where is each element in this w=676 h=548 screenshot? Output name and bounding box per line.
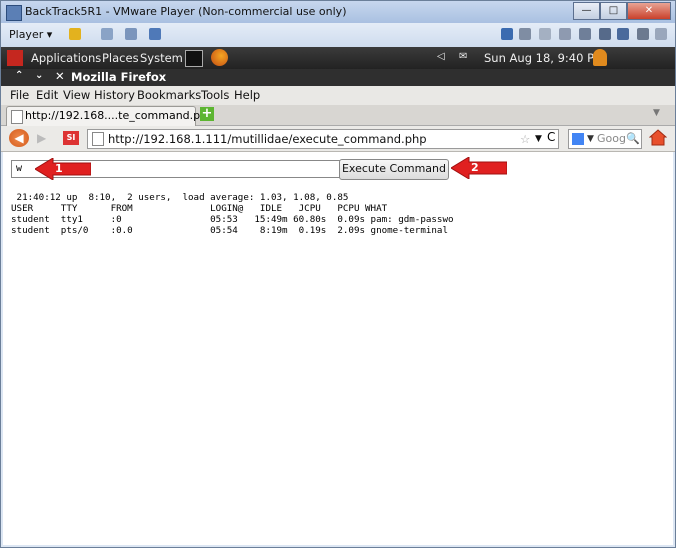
mail-icon[interactable]: ✉ <box>459 51 467 62</box>
cd-drive-icon[interactable] <box>539 28 551 40</box>
minimize-button[interactable]: — <box>573 2 600 20</box>
maximize-button[interactable]: □ <box>600 2 627 20</box>
url-text[interactable]: http://192.168.1.111/mutillidae/execute_… <box>108 130 427 148</box>
new-tab-icon[interactable]: + <box>200 107 214 121</box>
search-engine-dropdown-icon[interactable]: ▼ <box>587 130 594 148</box>
send-keys-icon[interactable] <box>101 28 113 40</box>
network-adapter-icon[interactable] <box>579 28 591 40</box>
callout-label-1: 1 <box>55 162 63 175</box>
search-magnifier-icon[interactable]: 🔍 <box>626 130 640 148</box>
pause-icon[interactable] <box>69 28 81 40</box>
tab-list-icon[interactable]: ▼ <box>653 108 660 118</box>
back-icon[interactable]: ◀ <box>9 129 29 147</box>
menu-bookmarks[interactable]: Bookmarks <box>137 88 201 102</box>
search-box[interactable]: ▼ Goog 🔍 <box>568 129 642 149</box>
firefox-menubar: File Edit View History Bookmarks Tools H… <box>1 86 675 106</box>
unity-icon[interactable] <box>149 28 161 40</box>
sound-icon[interactable] <box>637 28 649 40</box>
firefox-title-bar: ⌃ ⌄ ✕ Mozilla Firefox <box>1 69 675 86</box>
vmware-window: BackTrack5R1 - VMware Player (Non-commer… <box>0 0 676 548</box>
execute-command-button[interactable]: Execute Command <box>339 159 449 180</box>
output-line: student pts/0 :0.0 05:54 8:19m 0.19s 2.0… <box>11 225 448 236</box>
window-close-icon[interactable]: ✕ <box>55 69 65 83</box>
page-content: w Execute Command 21:40:12 up 8:10, 2 us… <box>3 152 673 545</box>
places-menu[interactable]: Places <box>102 51 139 65</box>
search-placeholder[interactable]: Goog <box>597 130 626 148</box>
gnome-top-panel: Applications Places System ◁ ✉ Sun Aug 1… <box>1 47 675 69</box>
terminal-launcher-icon[interactable] <box>185 50 203 67</box>
url-history-dropdown-icon[interactable]: ▼ <box>535 130 542 148</box>
home-icon[interactable] <box>648 129 668 146</box>
reload-icon[interactable]: C <box>547 130 555 144</box>
close-button[interactable]: ✕ <box>627 2 671 20</box>
firefox-launcher-icon[interactable] <box>211 49 228 66</box>
callout-arrow-1: 1 <box>34 157 92 181</box>
vmware-toolbar: Player ▾ <box>1 23 675 48</box>
vmware-app-icon <box>6 5 22 21</box>
bookmark-star-icon[interactable]: ☆ <box>520 130 530 148</box>
hard-disk-icon[interactable] <box>519 28 531 40</box>
usb-icon[interactable] <box>617 28 629 40</box>
tab-execute-command[interactable]: http://192.168....te_command.php <box>6 106 214 126</box>
output-line: 21:40:12 up 8:10, 2 users, load average:… <box>11 192 349 203</box>
firefox-window-title: Mozilla Firefox <box>71 70 167 84</box>
clock[interactable]: Sun Aug 18, 9:40 PM <box>484 51 604 65</box>
devices-more-icon[interactable] <box>501 28 513 40</box>
page-icon <box>11 110 23 124</box>
message-icon[interactable] <box>655 28 667 40</box>
output-line: student tty1 :0 05:53 15:49m 60.80s 0.09… <box>11 214 454 225</box>
menu-view[interactable]: View <box>63 88 90 102</box>
search-engine-icon[interactable] <box>572 133 584 145</box>
menu-help[interactable]: Help <box>234 88 260 102</box>
applications-menu[interactable]: Applications <box>31 51 101 65</box>
window-title: BackTrack5R1 - VMware Player (Non-commer… <box>25 5 347 18</box>
menu-history[interactable]: History <box>94 88 135 102</box>
command-output: 21:40:12 up 8:10, 2 users, load average:… <box>11 192 454 236</box>
vmware-title-bar: BackTrack5R1 - VMware Player (Non-commer… <box>1 1 675 23</box>
url-bar[interactable]: http://192.168.1.111/mutillidae/execute_… <box>87 129 559 149</box>
floppy-icon[interactable] <box>559 28 571 40</box>
player-menu-button[interactable]: Player ▾ <box>9 28 52 41</box>
user-icon[interactable] <box>593 49 607 66</box>
window-minimize-icon[interactable]: ⌄ <box>35 70 43 81</box>
navigation-bar: ◀ ▶ SI http://192.168.1.111/mutillidae/e… <box>1 126 675 152</box>
tab-strip: http://192.168....te_command.php + ▼ <box>1 105 675 126</box>
security-addon-icon[interactable]: SI <box>63 131 79 145</box>
printer-icon[interactable] <box>599 28 611 40</box>
callout-arrow-2: 2 <box>450 156 508 180</box>
menu-tools[interactable]: Tools <box>201 88 229 102</box>
window-menu-icon[interactable]: ⌃ <box>15 70 23 81</box>
page-identity-icon[interactable] <box>92 132 104 146</box>
fullscreen-icon[interactable] <box>125 28 137 40</box>
output-line: USER TTY FROM LOGIN@ IDLE JCPU PCPU WHAT <box>11 203 388 214</box>
volume-icon[interactable]: ◁ <box>437 51 445 62</box>
forward-icon[interactable]: ▶ <box>37 130 53 146</box>
menu-edit[interactable]: Edit <box>36 88 58 102</box>
callout-label-2: 2 <box>471 161 479 174</box>
system-menu[interactable]: System <box>140 51 183 65</box>
backtrack-logo-icon <box>7 50 23 66</box>
menu-file[interactable]: File <box>10 88 29 102</box>
